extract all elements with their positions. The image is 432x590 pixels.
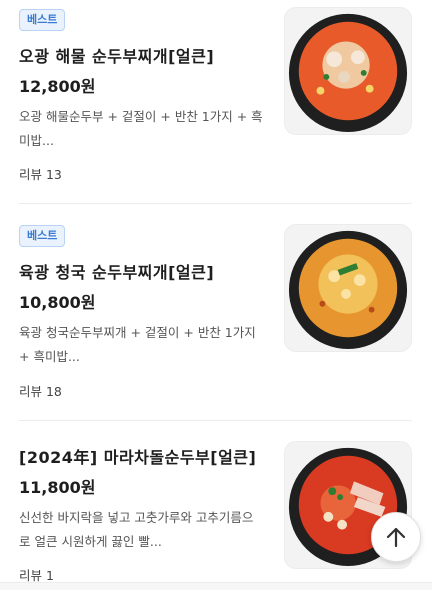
best-badge: 베스트	[19, 225, 66, 247]
review-count: 리뷰 13	[19, 167, 62, 182]
menu-item-description: 신선한 바지락을 넣고 고춧가루와 고추기름으로 얼큰 시원하게 끓인 빨...	[19, 510, 254, 549]
menu-item-name: [2024年] 마라차돌순두부[얼큰]	[19, 448, 257, 467]
review-count: 리뷰 18	[19, 384, 62, 399]
menu-item-price: 10,800원	[19, 293, 96, 312]
menu-item-name: 육광 청국 순두부찌개[얼큰]	[19, 263, 215, 282]
scroll-to-top-button[interactable]	[371, 512, 421, 562]
arrow-up-icon	[386, 527, 406, 548]
menu-item-description: 육광 청국순두부찌개 + 겉절이 + 반찬 1가지 + 흑미밥...	[19, 325, 256, 364]
menu-item-description: 오광 해물순두부 + 겉절이 + 반찬 1가지 + 흑미밥...	[19, 109, 263, 148]
menu-item-image	[284, 224, 412, 352]
divider	[19, 203, 412, 204]
menu-item-name: 오광 해물 순두부찌개[얼큰]	[19, 47, 215, 66]
bottom-bar	[0, 582, 432, 590]
divider	[19, 420, 412, 421]
menu-item-price: 11,800원	[19, 478, 96, 497]
menu-item-image	[284, 7, 412, 135]
best-badge: 베스트	[19, 9, 66, 31]
menu-item-price: 12,800원	[19, 77, 96, 96]
